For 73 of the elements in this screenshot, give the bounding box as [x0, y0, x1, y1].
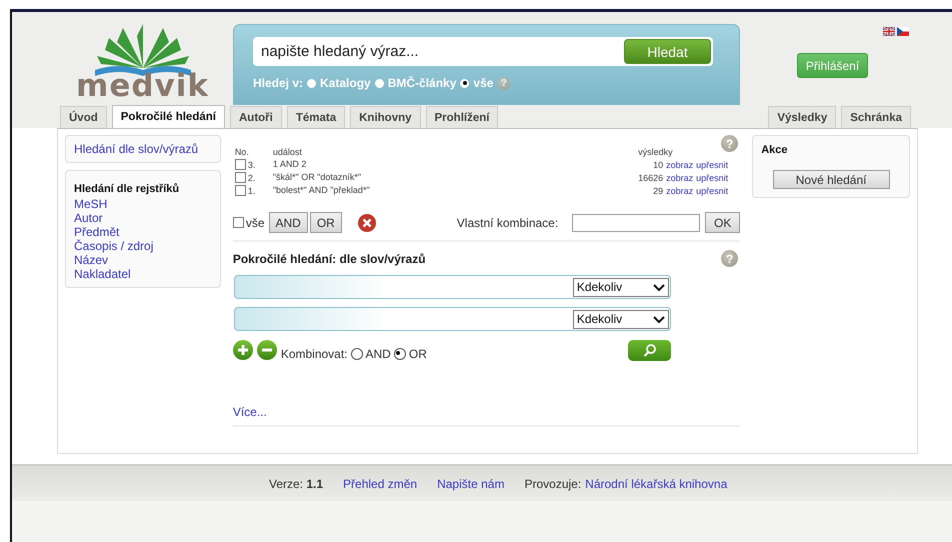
query-text: "škál*" OR "dotazník*" [272, 172, 362, 183]
chevron-icon [652, 282, 665, 292]
flag-icon[interactable] [883, 27, 895, 36]
operator-button[interactable]: AND [268, 212, 308, 233]
tab[interactable]: Prohlížení [426, 106, 498, 128]
result-count: 10 [653, 160, 664, 170]
combine-label: Kombinovat: [280, 347, 348, 361]
checkbox[interactable] [234, 185, 246, 196]
result-count: 16626 [638, 172, 664, 182]
more-link[interactable]: Více... [232, 405, 267, 419]
query-text: "bolest*" AND "překlad*" [272, 185, 371, 196]
sidebar-heading: Hledání dle rejstříků [74, 183, 180, 195]
new-search-button[interactable]: Nové hledání [772, 170, 890, 189]
footer-link[interactable]: Napište nám [437, 476, 504, 490]
column-header: událost [272, 147, 303, 157]
radio-label[interactable]: AND [366, 347, 391, 361]
radio-button[interactable] [394, 348, 406, 360]
delete-icon[interactable] [358, 214, 376, 232]
row-number: 3. [248, 160, 256, 170]
tab[interactable]: Schránka [841, 106, 911, 128]
custom-label: Vlastní kombinace: [456, 216, 558, 230]
remove-icon[interactable] [256, 340, 277, 360]
column-header: výsledky [638, 147, 674, 157]
operator-link[interactable]: Národní lékařská knihovna [585, 476, 728, 490]
sidebar-link[interactable]: Časopis / zdroj [74, 239, 212, 253]
section-title: Pokročilé hledání: dle slov/výrazů [232, 252, 426, 266]
footer-link[interactable]: Přehled změn [343, 476, 418, 490]
row-number: 2. [248, 173, 256, 183]
row-number: 1. [248, 186, 256, 196]
radio-label[interactable]: OR [408, 347, 427, 361]
sidebar-link[interactable]: Předmět [74, 225, 212, 239]
tab[interactable]: Výsledky [768, 106, 836, 128]
chevron-icon [652, 314, 665, 324]
refine-link[interactable]: upřesnit [696, 172, 728, 182]
checkbox-label: vše [246, 216, 264, 230]
tab[interactable]: Pokročilé hledání [112, 105, 225, 128]
search-icon [642, 344, 656, 356]
field-dropdown[interactable]: Kdekoliv [572, 278, 669, 296]
operator-button[interactable]: OR [310, 212, 342, 233]
sidebar-link[interactable]: Hledání dle slov/výrazů [74, 142, 212, 156]
flag-icon[interactable] [897, 27, 909, 36]
refine-link[interactable]: upřesnit [696, 186, 728, 196]
version-text: Verze: 1.1 [269, 476, 324, 490]
tab[interactable]: Autoři [230, 106, 282, 128]
tab[interactable]: Úvod [60, 106, 107, 128]
show-link[interactable]: zobraz [666, 160, 694, 170]
show-link[interactable]: zobraz [666, 172, 694, 182]
ok-button[interactable]: OK [705, 212, 740, 233]
search-button[interactable] [628, 340, 671, 360]
tab[interactable]: Knihovny [350, 106, 421, 128]
sidebar-link[interactable]: Nakladatel [74, 267, 212, 281]
sidebar-link[interactable]: MeSH [74, 197, 212, 211]
field-dropdown[interactable]: Kdekoliv [572, 310, 669, 328]
query-text: 1 AND 2 [272, 159, 308, 170]
result-count: 29 [653, 186, 664, 196]
sidebar-link[interactable]: Název [74, 253, 212, 267]
refine-link[interactable]: upřesnit [696, 160, 728, 170]
operator-label: Provozuje: [524, 476, 582, 490]
add-icon[interactable] [232, 340, 253, 360]
scope-label: Hledej v: [253, 76, 304, 90]
query-field[interactable]: Kdekoliv [234, 275, 671, 299]
sidebar-link[interactable]: Autor [74, 211, 212, 225]
show-link[interactable]: zobraz [666, 186, 694, 196]
checkbox[interactable] [234, 172, 246, 183]
tab[interactable]: Témata [286, 106, 346, 128]
query-field[interactable]: Kdekoliv [234, 307, 671, 331]
radio-button[interactable] [350, 348, 363, 360]
checkbox[interactable] [234, 159, 246, 170]
custom-field[interactable] [572, 214, 700, 232]
logo-text: medvik [76, 72, 209, 100]
panel-title: Akce [761, 144, 788, 156]
checkbox[interactable] [232, 217, 244, 228]
column-header: No. [234, 147, 250, 157]
